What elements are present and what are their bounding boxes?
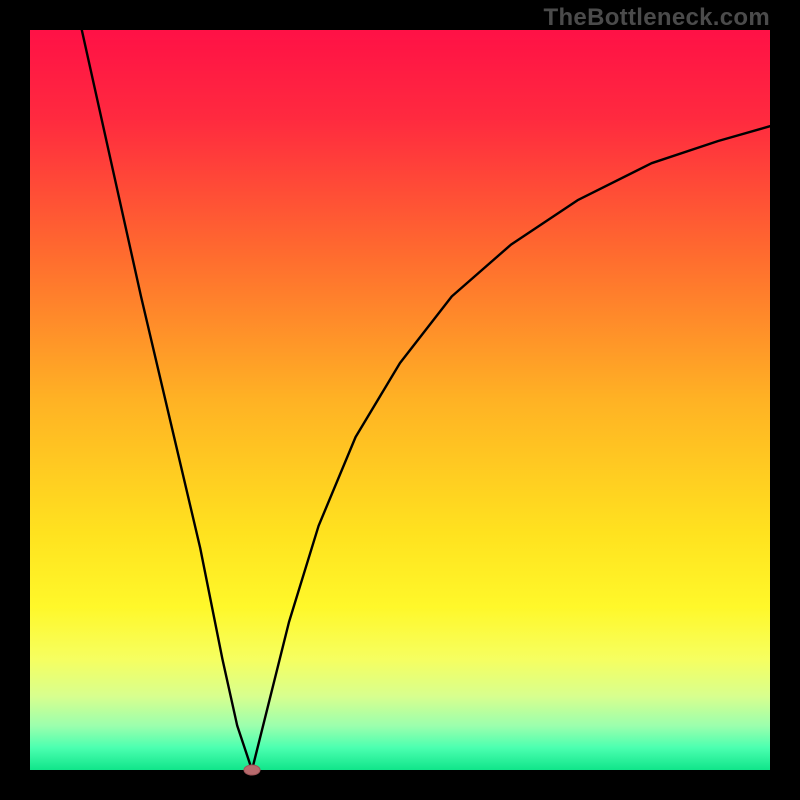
curve-layer [30, 30, 770, 770]
curve-left-branch [82, 30, 252, 770]
min-marker [244, 765, 260, 775]
watermark-text: TheBottleneck.com [544, 4, 770, 32]
chart-frame: TheBottleneck.com [0, 0, 800, 800]
curve-right-branch [252, 126, 770, 770]
plot-area [30, 30, 770, 770]
